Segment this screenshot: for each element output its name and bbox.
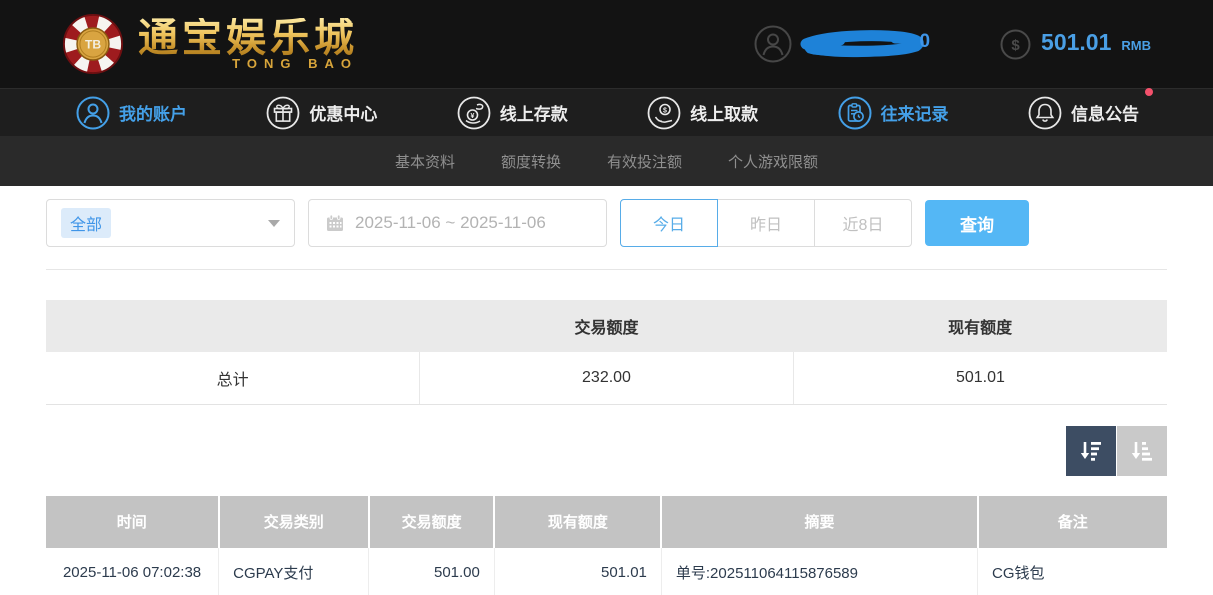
sort-controls: [46, 426, 1167, 476]
date-range-input[interactable]: 2025-11-06 ~ 2025-11-06: [308, 199, 607, 247]
subnav-item-basic-info[interactable]: 基本资料: [395, 151, 455, 172]
sort-ascending-button[interactable]: [1117, 426, 1167, 476]
sort-ascending-icon: [1129, 438, 1155, 464]
svg-text:¥: ¥: [470, 113, 474, 120]
nav-item-announcements[interactable]: 信息公告: [1028, 96, 1139, 130]
nav-item-my-account[interactable]: 我的账户: [76, 96, 187, 130]
summary-header-transaction-amount: 交易额度: [420, 300, 794, 352]
site-logo[interactable]: TB 通宝娱乐城 TONG BAO: [62, 13, 358, 75]
yesterday-button[interactable]: 昨日: [717, 199, 815, 247]
site-title: 通宝娱乐城: [138, 18, 358, 58]
calendar-icon: [325, 213, 345, 233]
hand-coin-withdraw-icon: $: [647, 96, 681, 130]
col-header-summary: 摘要: [661, 496, 977, 548]
subnav-item-valid-bets[interactable]: 有效投注额: [607, 151, 682, 172]
hand-coin-deposit-icon: ¥: [457, 96, 491, 130]
content-area: 全部 2025-11-06 ~ 2025-11-06 今日 昨日 近: [0, 186, 1213, 595]
col-header-balance: 现有额度: [494, 496, 661, 548]
cell-balance: 501.01: [494, 548, 661, 595]
casino-chip-icon: TB: [62, 13, 124, 75]
selected-type-value: 全部: [61, 208, 111, 238]
section-divider: [46, 269, 1167, 270]
user-icon: [754, 25, 792, 63]
account-username[interactable]: 0: [754, 25, 928, 63]
cell-time: 2025-11-06 07:02:38: [46, 548, 219, 595]
balance-amount: 501.01: [1041, 29, 1111, 56]
col-header-type: 交易类别: [219, 496, 369, 548]
bell-icon: [1028, 96, 1062, 130]
cell-type: CGPAY支付: [219, 548, 369, 595]
nav-item-promotions[interactable]: 优惠中心: [266, 96, 377, 130]
summary-header-empty: [46, 300, 420, 352]
site-subtitle: TONG BAO: [138, 56, 358, 71]
nav-item-deposit[interactable]: ¥ 线上存款: [457, 96, 568, 130]
quick-date-button-group: 今日 昨日 近8日: [620, 199, 912, 247]
nav-item-records[interactable]: 往来记录: [838, 96, 949, 130]
username-redaction-scribble: 0: [800, 29, 928, 59]
summary-transaction-amount: 232.00: [420, 352, 794, 404]
summary-total-label: 总计: [46, 352, 420, 404]
subnav-item-game-limits[interactable]: 个人游戏限额: [728, 151, 818, 172]
cell-summary: 单号:202511064115876589: [661, 548, 977, 595]
svg-text:$: $: [1011, 37, 1020, 54]
sort-descending-button[interactable]: [1066, 426, 1116, 476]
summary-total-row: 总计 232.00 501.01: [46, 352, 1167, 404]
nav-item-withdraw[interactable]: $ 线上取款: [647, 96, 758, 130]
chevron-down-icon: [268, 220, 280, 227]
col-header-remark: 备注: [978, 496, 1167, 548]
main-nav: 我的账户 优惠中心 ¥ 线上存款: [0, 88, 1213, 136]
col-header-time: 时间: [46, 496, 219, 548]
notification-dot: [1145, 88, 1153, 96]
last-8-days-button[interactable]: 近8日: [814, 199, 912, 247]
clipboard-clock-icon: [838, 96, 872, 130]
query-button[interactable]: 查询: [925, 200, 1029, 246]
subnav-item-credit-transfer[interactable]: 额度转换: [501, 151, 561, 172]
filter-row: 全部 2025-11-06 ~ 2025-11-06 今日 昨日 近: [46, 199, 1167, 247]
cell-remark: CG钱包: [978, 548, 1167, 595]
date-range-value: 2025-11-06 ~ 2025-11-06: [355, 213, 546, 233]
top-header: TB 通宝娱乐城 TONG BAO 0 $: [0, 0, 1213, 88]
summary-table: 交易额度 现有额度 总计 232.00 501.01: [46, 300, 1167, 405]
summary-current-balance: 501.01: [793, 352, 1167, 404]
dollar-icon: $: [1000, 29, 1031, 60]
balance-display[interactable]: $ 501.01 RMB: [1000, 29, 1151, 60]
gift-icon: [266, 96, 300, 130]
balance-currency: RMB: [1121, 38, 1151, 53]
cell-amount: 501.00: [369, 548, 495, 595]
username-visible-char: 0: [919, 31, 930, 53]
col-header-amount: 交易额度: [369, 496, 495, 548]
transaction-row: 2025-11-06 07:02:38 CGPAY支付 501.00 501.0…: [46, 548, 1167, 595]
transaction-type-select[interactable]: 全部: [46, 199, 295, 247]
user-circle-icon: [76, 96, 110, 130]
summary-header-current-balance: 现有额度: [793, 300, 1167, 352]
transactions-table: 时间 交易类别 交易额度 现有额度 摘要 备注 2025-11-06 07:02…: [46, 496, 1167, 595]
sub-nav: 基本资料 额度转换 有效投注额 个人游戏限额: [0, 136, 1213, 186]
today-button[interactable]: 今日: [620, 199, 718, 247]
sort-descending-icon: [1078, 438, 1104, 464]
svg-text:$: $: [663, 107, 667, 114]
svg-text:TB: TB: [85, 37, 101, 51]
